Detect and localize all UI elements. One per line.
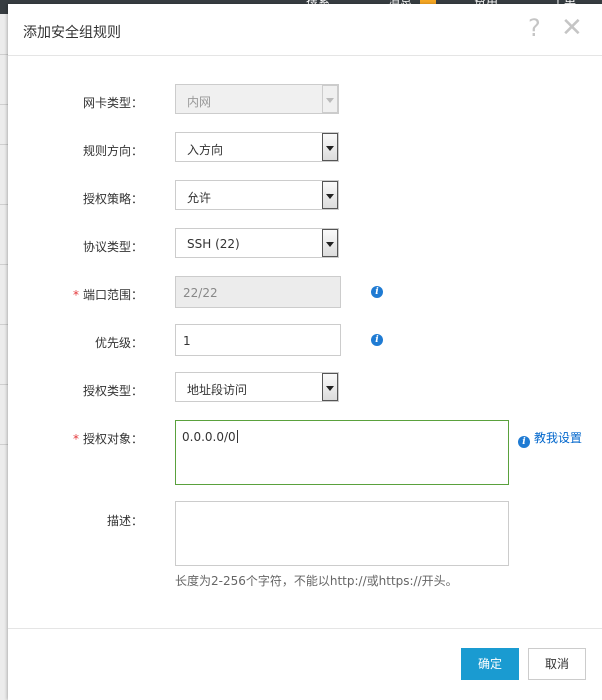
protocol-label: 协议类型： <box>82 240 143 254</box>
chevron-down-icon[interactable] <box>322 373 338 401</box>
auth-type-value: 地址段访问 <box>187 383 248 397</box>
cancel-button[interactable]: 取消 <box>528 648 586 680</box>
port-range-input: 22/22 <box>175 276 341 308</box>
policy-select[interactable]: 允许 <box>175 180 339 210</box>
info-icon: i <box>518 436 530 448</box>
chevron-down-icon[interactable] <box>322 133 338 161</box>
port-range-value: 22/22 <box>183 286 218 300</box>
setup-guide-link[interactable]: i 教我设置 <box>518 429 582 448</box>
description-textarea[interactable] <box>175 501 509 566</box>
protocol-value: SSH (22) <box>187 237 240 251</box>
nic-type-value: 内网 <box>187 95 212 109</box>
text-caret <box>236 430 238 443</box>
direction-select[interactable]: 入方向 <box>175 132 339 162</box>
nic-type-label: 网卡类型： <box>82 96 143 110</box>
priority-input[interactable]: 1 <box>175 324 341 356</box>
close-icon[interactable]: ✕ <box>561 14 583 42</box>
footer-divider <box>8 628 602 629</box>
protocol-select[interactable]: SSH (22) <box>175 228 339 258</box>
auth-type-label: 授权类型： <box>82 384 143 398</box>
policy-label: 授权策略： <box>82 192 143 206</box>
help-icon[interactable]: ? <box>528 14 541 42</box>
info-icon[interactable]: i <box>371 334 383 346</box>
description-label: 描述： <box>106 514 143 528</box>
background-sidebar <box>0 14 8 700</box>
direction-value: 入方向 <box>187 143 224 157</box>
required-mark: * <box>72 432 79 446</box>
auth-object-label: * 授权对象： <box>72 432 143 446</box>
policy-value: 允许 <box>187 191 212 205</box>
chevron-down-icon[interactable] <box>322 229 338 257</box>
port-range-label: * 端口范围： <box>72 288 143 302</box>
add-security-group-rule-dialog: 添加安全组规则 ? ✕ 网卡类型： 内网 规则方向： 入方向 授权策略： 允许 … <box>8 4 602 700</box>
nic-type-select[interactable]: 内网 <box>175 84 339 114</box>
chevron-down-icon[interactable] <box>322 181 338 209</box>
dialog-title: 添加安全组规则 <box>23 25 121 41</box>
auth-object-value: 0.0.0.0/0 <box>182 430 238 444</box>
info-icon[interactable]: i <box>371 286 383 298</box>
description-hint: 长度为2-256个字符，不能以http://或https://开头。 <box>175 574 458 588</box>
priority-value: 1 <box>183 334 191 348</box>
dialog-header: 添加安全组规则 ? ✕ <box>8 4 602 56</box>
chevron-down-icon <box>322 85 338 113</box>
direction-label: 规则方向： <box>82 144 143 158</box>
priority-label: 优先级： <box>94 336 143 350</box>
auth-object-textarea[interactable]: 0.0.0.0/0 <box>175 420 509 485</box>
ok-button[interactable]: 确定 <box>461 648 519 680</box>
required-mark: * <box>72 288 79 302</box>
auth-type-select[interactable]: 地址段访问 <box>175 372 339 402</box>
